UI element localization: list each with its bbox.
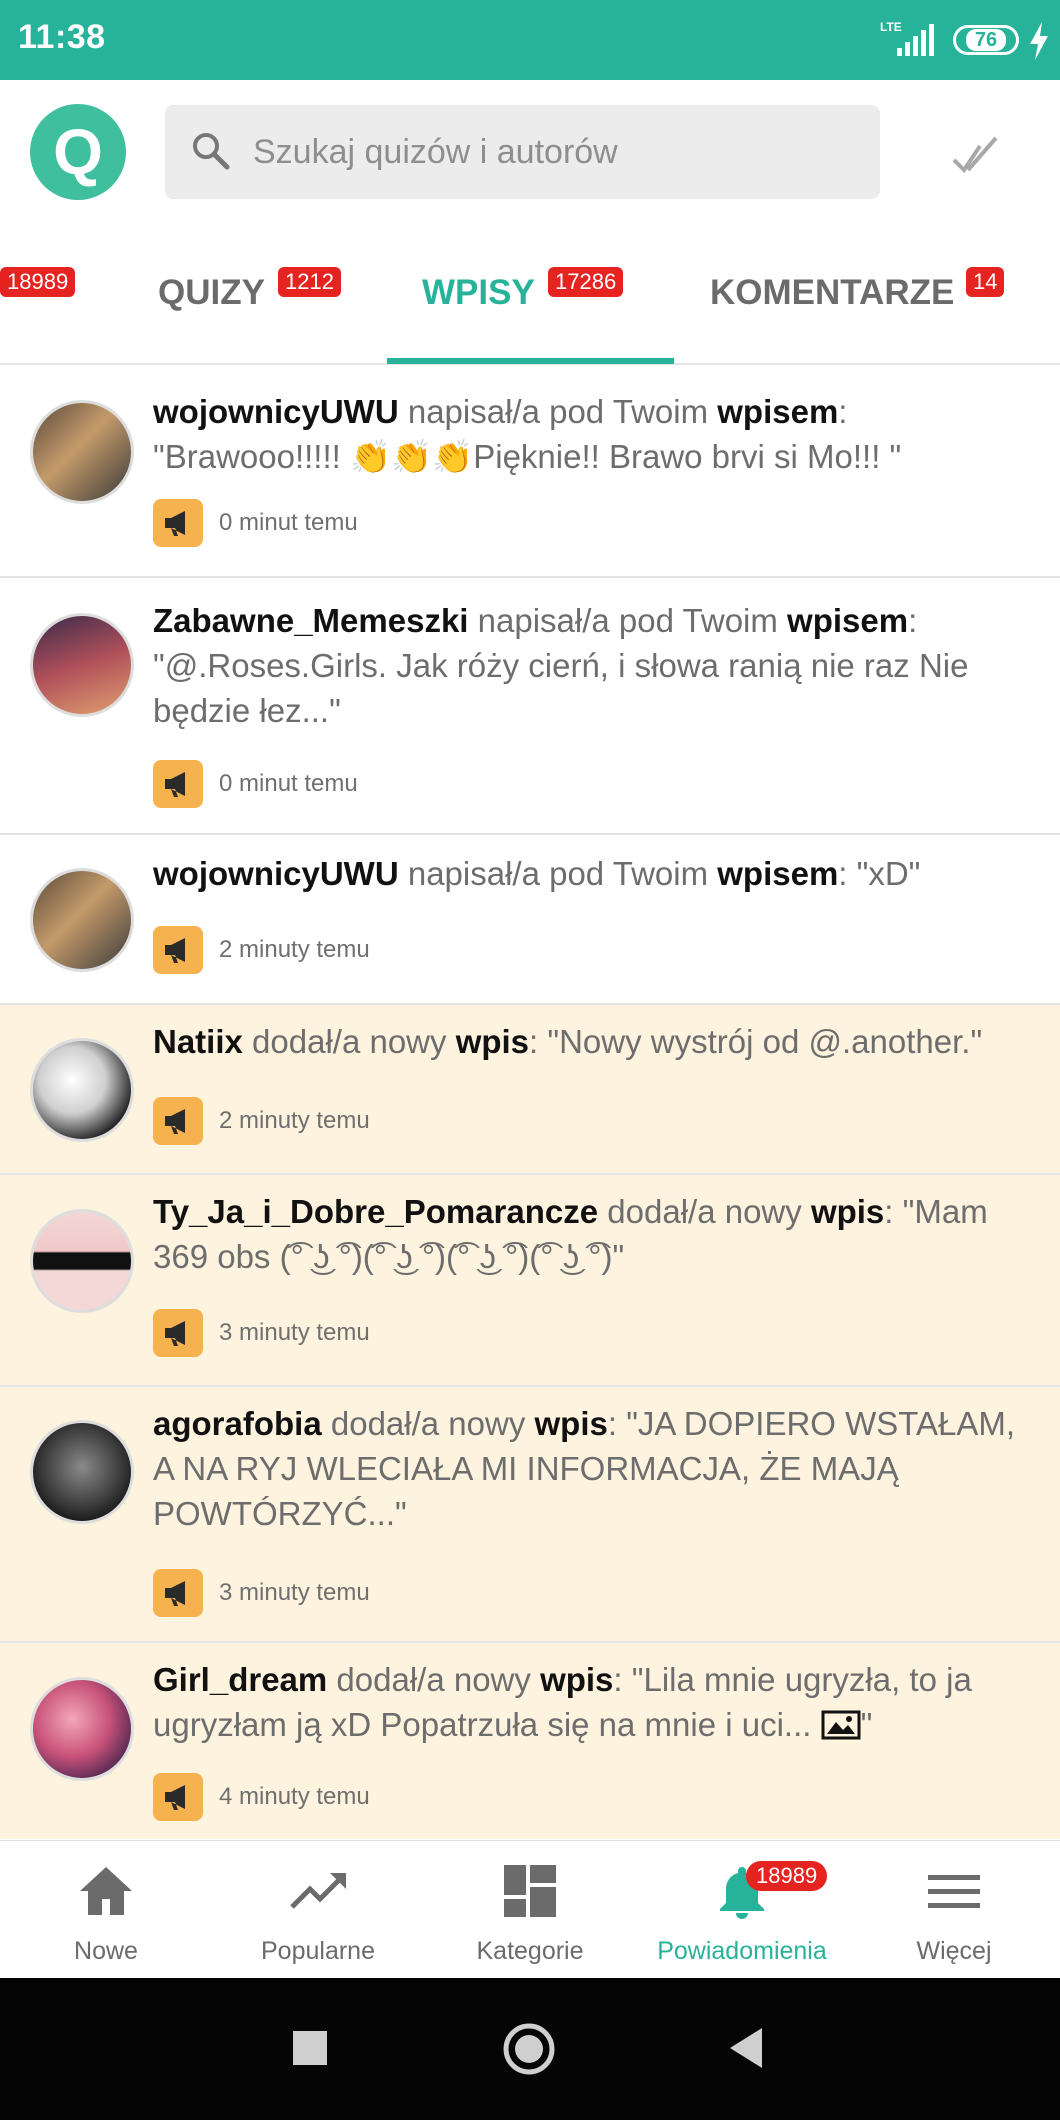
notification-user[interactable]: agorafobia [153,1405,322,1442]
notification-text: Ty_Ja_i_Dobre_Pomarancze dodał/a nowy wp… [153,1193,988,1275]
bottom-navigation: Nowe Popularne Kategorie 18989 Powiadomi… [0,1840,1060,1978]
battery-level: 76 [965,29,1007,51]
notification-meta: 4 minuty temu [153,1773,370,1821]
charging-icon [1030,22,1048,60]
notification-meta: 2 minuty temu [153,926,370,974]
notification-user[interactable]: Natiix [153,1023,243,1060]
tab-badge: 17286 [548,267,624,297]
app-header: Q Szukaj quizów i autorów [0,80,1060,225]
notification-text: Natiix dodał/a nowy wpis: "Nowy wystrój … [153,1023,983,1060]
search-input[interactable]: Szukaj quizów i autorów [165,105,880,199]
tab-label: WPISY [422,273,535,312]
notification-time: 3 minuty temu [219,1319,370,1346]
tab-all[interactable]: 18989 [0,225,90,365]
avatar[interactable] [30,868,134,972]
menu-icon [928,1875,980,1908]
notification-item[interactable]: Girl_dream dodał/a nowy wpis: "Lila mnie… [0,1643,1060,1839]
notification-meta: 2 minuty temu [153,1097,370,1145]
avatar[interactable] [30,1038,134,1142]
search-icon [193,133,230,170]
notification-time: 2 minuty temu [219,1107,370,1134]
notification-time: 0 minut temu [219,770,358,797]
notification-meta: 3 minuty temu [153,1569,370,1617]
notification-item[interactable]: wojownicyUWU napisał/a pod Twoim wpisem:… [0,835,1060,1005]
notification-item[interactable]: Natiix dodał/a nowy wpis: "Nowy wystrój … [0,1005,1060,1175]
active-tab-indicator [387,358,674,364]
system-navigation-bar [0,1978,1060,2120]
search-placeholder: Szukaj quizów i autorów [253,133,618,171]
dashboard-icon [504,1865,556,1917]
nav-label: Powiadomienia [657,1937,827,1965]
avatar[interactable] [30,1677,134,1781]
logo-q-icon: Q [53,116,103,188]
megaphone-icon [153,926,203,974]
avatar[interactable] [30,1209,134,1313]
notification-user[interactable]: wojownicyUWU [153,855,399,892]
nav-label: Nowe [74,1937,138,1965]
notification-meta: 0 minut temu [153,760,358,808]
app-logo[interactable]: Q [30,104,126,200]
nav-nowe[interactable]: Nowe [0,1841,212,1979]
status-time: 11:38 [18,18,106,56]
nav-popularne[interactable]: Popularne [212,1841,424,1979]
notification-user[interactable]: Girl_dream [153,1661,327,1698]
notification-user[interactable]: Zabawne_Memeszki [153,602,468,639]
trending-icon [290,1873,346,1909]
avatar[interactable] [30,613,134,717]
tab-label: QUIZY [158,273,265,312]
tab-badge: 1212 [278,267,341,297]
nav-kategorie[interactable]: Kategorie [424,1841,636,1979]
notification-time: 0 minut temu [219,509,358,536]
notification-text: wojownicyUWU napisał/a pod Twoim wpisem:… [153,855,921,892]
notification-meta: 0 minut temu [153,499,358,547]
notification-text: Zabawne_Memeszki napisał/a pod Twoim wpi… [153,602,969,729]
tab-badge: 14 [966,267,1005,297]
home-button[interactable] [502,2022,556,2076]
avatar[interactable] [30,1420,134,1524]
megaphone-icon [153,1097,203,1145]
home-icon [80,1867,132,1915]
notification-item[interactable]: wojownicyUWU napisał/a pod Twoim wpisem:… [0,367,1060,578]
megaphone-icon [153,1309,203,1357]
megaphone-icon [153,499,203,547]
notification-text: wojownicyUWU napisał/a pod Twoim wpisem:… [153,393,902,475]
mark-all-read-icon[interactable] [950,130,1002,182]
notification-item[interactable]: Ty_Ja_i_Dobre_Pomarancze dodał/a nowy wp… [0,1175,1060,1387]
notification-time: 2 minuty temu [219,936,370,963]
battery-icon: 76 [953,25,1019,55]
nav-wiecej[interactable]: Więcej [848,1841,1060,1979]
notification-text: agorafobia dodał/a nowy wpis: "JA DOPIER… [153,1405,1016,1532]
notification-meta: 3 minuty temu [153,1309,370,1357]
megaphone-icon [153,1569,203,1617]
notification-tabs: 18989 QUIZY 1212 WPISY 17286 KOMENTARZE … [0,225,1060,365]
megaphone-icon [153,760,203,808]
nav-powiadomienia[interactable]: 18989 Powiadomienia [636,1841,848,1979]
tab-label: KOMENTARZE [710,273,955,312]
notification-item[interactable]: agorafobia dodał/a nowy wpis: "JA DOPIER… [0,1387,1060,1643]
notification-item[interactable]: Zabawne_Memeszki napisał/a pod Twoim wpi… [0,578,1060,835]
notification-user[interactable]: Ty_Ja_i_Dobre_Pomarancze [153,1193,598,1230]
recent-apps-button[interactable] [290,2028,330,2068]
notifications-count-badge: 18989 [746,1861,828,1891]
tab-wpisy[interactable]: WPISY 17286 [400,225,660,365]
tab-quizy[interactable]: QUIZY 1212 [150,225,370,365]
back-button[interactable] [726,2026,766,2070]
nav-label: Więcej [916,1937,992,1965]
tab-komentarze[interactable]: KOMENTARZE 14 [700,225,1060,365]
tab-badge: 18989 [0,267,76,297]
nav-label: Popularne [261,1937,375,1965]
avatar[interactable] [30,400,134,504]
notification-user[interactable]: wojownicyUWU [153,393,399,430]
megaphone-icon [153,1773,203,1821]
status-bar: 11:38 LTE 76 [0,0,1060,80]
notification-time: 3 minuty temu [219,1579,370,1606]
nav-label: Kategorie [476,1937,584,1965]
notification-text: Girl_dream dodał/a nowy wpis: "Lila mnie… [153,1661,972,1743]
notification-time: 4 minuty temu [219,1783,370,1810]
signal-icon [897,24,934,56]
image-icon [821,1710,861,1740]
